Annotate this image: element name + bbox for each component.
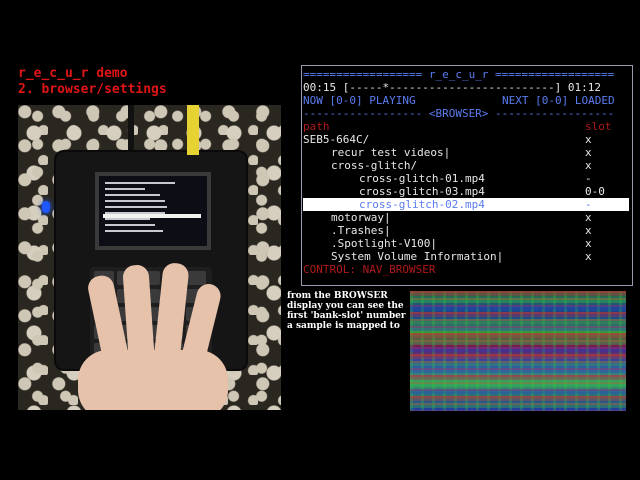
glitch-band — [410, 375, 626, 380]
glitch-band — [410, 326, 626, 331]
terminal-header: ================== r_e_c_u_r ===========… — [303, 68, 615, 81]
glitch-band — [410, 305, 626, 310]
status-now: NOW [0-0] PLAYING — [303, 94, 416, 107]
browser-row-slot: x — [585, 224, 592, 237]
device-screen — [95, 172, 211, 250]
glitch-band — [410, 291, 626, 296]
browser-row-name[interactable]: recur test videos| — [331, 146, 450, 159]
device-screen-line — [105, 182, 175, 184]
hand-palm — [78, 350, 228, 410]
device-screen-line — [105, 200, 165, 202]
demo-title: r_e_c_u_r demo 2. browser/settings — [18, 66, 167, 98]
device-screen-highlight — [103, 214, 201, 218]
device-photo — [18, 105, 281, 410]
device-screen-line — [105, 206, 167, 208]
cable — [128, 105, 134, 153]
control-mode: CONTROL: NAV_BROWSER — [303, 263, 436, 276]
demo-title-line2: 2. browser/settings — [18, 82, 167, 97]
browser-row-slot: x — [585, 146, 592, 159]
browser-row-slot: x — [585, 133, 592, 146]
caption-text: from the BROWSER display you can see the… — [287, 291, 406, 331]
browser-row-slot: 0-0 — [585, 185, 605, 198]
blue-led-icon — [42, 201, 50, 213]
glitch-band — [410, 403, 626, 408]
playback-progress: 00:15 [-----*-------------------------] … — [303, 81, 601, 94]
glitch-band — [410, 368, 626, 373]
browser-row-name[interactable]: motorway| — [331, 211, 391, 224]
keypad-key — [186, 271, 206, 285]
device-screen-line — [105, 194, 160, 196]
browser-row-name[interactable]: SEB5-664C/ — [303, 133, 369, 146]
time-total: 01:12 — [567, 81, 602, 94]
glitch-band — [410, 298, 626, 303]
recur-terminal: ================== r_e_c_u_r ===========… — [301, 65, 633, 286]
browser-row-name[interactable]: System Volume Information| — [331, 250, 503, 263]
demo-title-line1: r_e_c_u_r demo — [18, 66, 128, 81]
glitch-band — [410, 389, 626, 394]
browser-row-slot: x — [585, 250, 592, 263]
device-screen-line — [105, 230, 163, 232]
glitch-band — [410, 354, 626, 359]
glitch-band — [410, 396, 626, 401]
glitch-band — [410, 347, 626, 352]
browser-row-name[interactable]: cross-glitch-01.mp4 — [359, 172, 485, 185]
browser-row-slot: x — [585, 159, 592, 172]
glitch-band — [410, 340, 626, 345]
browser-bar: ------------------ <BROWSER> -----------… — [303, 107, 615, 120]
time-elapsed: 00:15 — [303, 81, 337, 94]
glitch-band — [410, 361, 626, 366]
browser-row-slot: x — [585, 237, 592, 250]
status-next: NEXT [0-0] LOADED — [502, 94, 615, 107]
yellow-strap — [187, 105, 199, 155]
progress-bar: [-----*-------------------------] — [342, 81, 562, 94]
browser-row-name[interactable]: cross-glitch/ — [331, 159, 417, 172]
glitch-band — [410, 410, 626, 411]
column-header-path: path — [303, 120, 330, 133]
browser-row-name[interactable]: cross-glitch-02.mp4 — [359, 198, 485, 211]
glitch-video-preview — [410, 291, 626, 411]
glitch-band — [410, 312, 626, 317]
device-screen-line — [105, 218, 150, 220]
device-screen-line — [105, 188, 145, 190]
browser-row-name[interactable]: cross-glitch-03.mp4 — [359, 185, 485, 198]
glitch-band — [410, 319, 626, 324]
browser-row-slot: x — [585, 211, 592, 224]
browser-row-name[interactable]: .Trashes| — [331, 224, 391, 237]
glitch-band — [410, 382, 626, 387]
browser-row-name[interactable]: .Spotlight-V100| — [331, 237, 437, 250]
browser-row-slot: - — [585, 198, 592, 211]
column-header-slot: slot — [585, 120, 612, 133]
device-screen-line — [105, 224, 155, 226]
browser-row-slot: - — [585, 172, 592, 185]
glitch-band — [410, 333, 626, 338]
